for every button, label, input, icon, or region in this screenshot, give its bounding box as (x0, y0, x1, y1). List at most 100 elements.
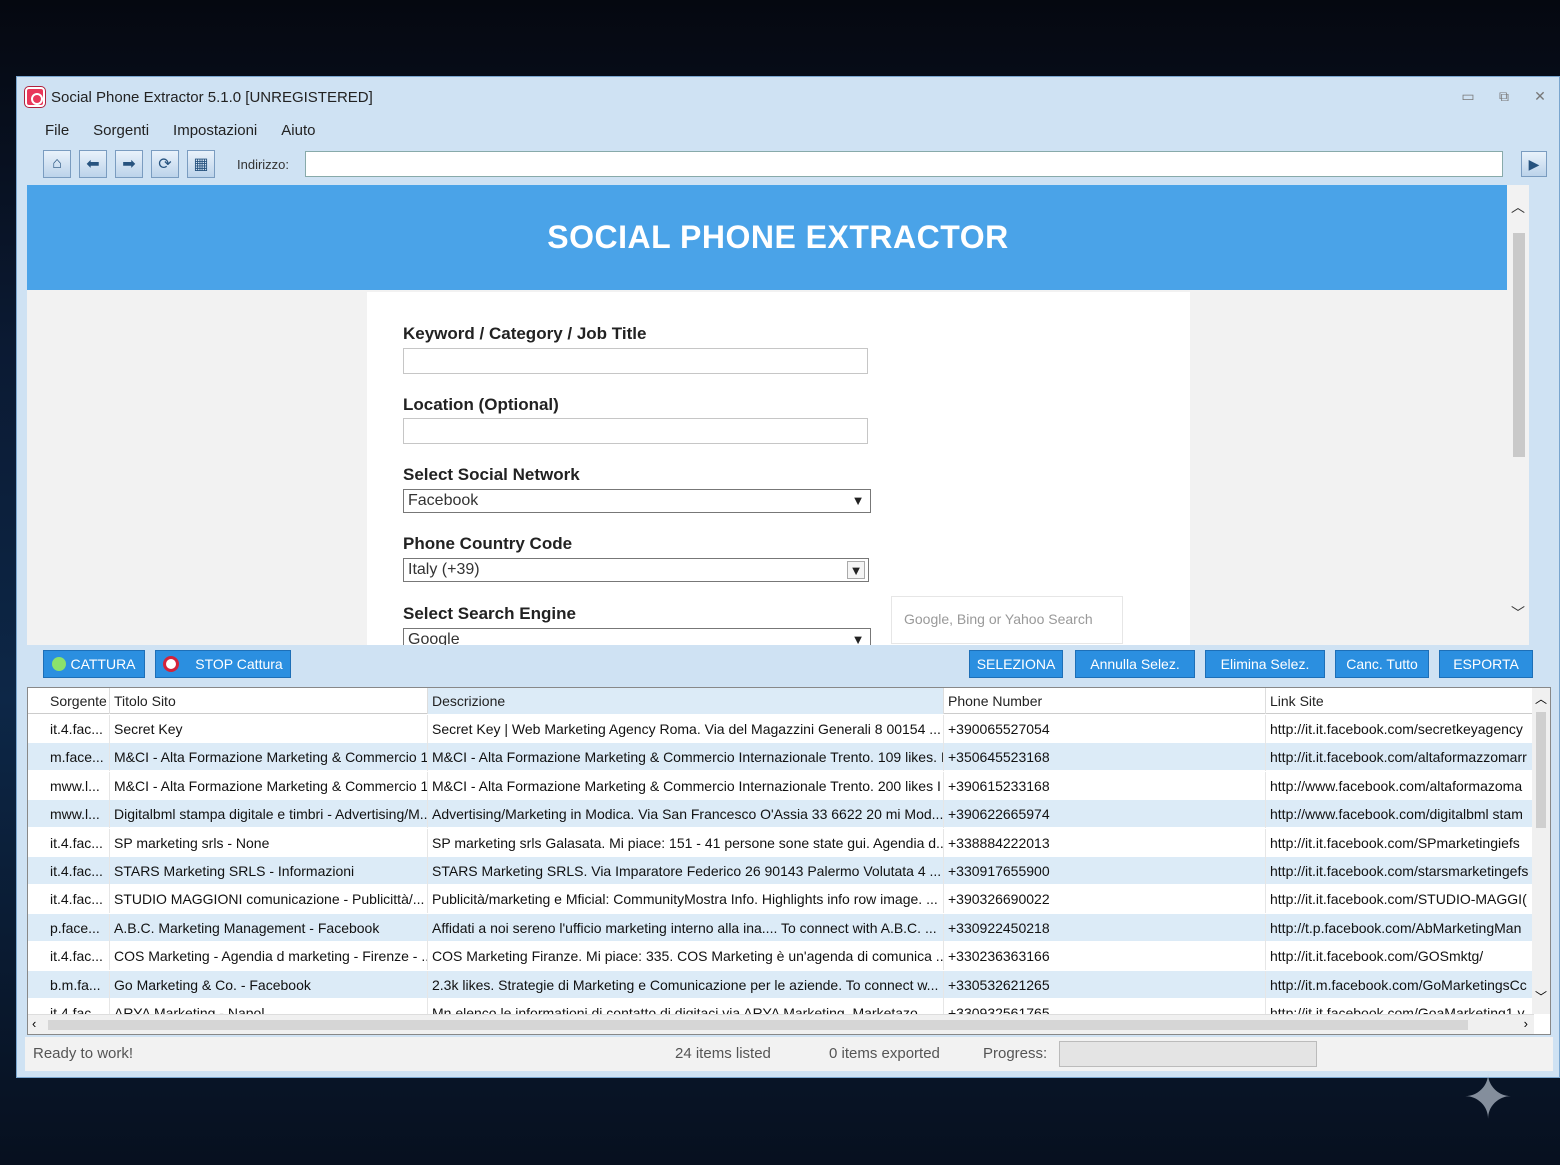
chevron-up-icon[interactable]: ︿ (1535, 690, 1547, 707)
column-header-phone[interactable]: Phone Number (944, 688, 1266, 714)
stop-capture-label: STOP Cattura (195, 656, 283, 672)
social-network-value: Facebook (408, 492, 479, 509)
table-row[interactable]: mww.l... Digitalbml stampa digitale e tim… (28, 800, 1534, 829)
chevron-up-icon[interactable]: ︿ (1511, 197, 1525, 217)
title-bar: Social Phone Extractor 5.1.0 [UNREGISTER… (17, 77, 1559, 117)
embedded-browser: SOCIAL PHONE EXTRACTOR Keyword / Categor… (27, 185, 1529, 645)
cell-phone: +390065527054 (944, 715, 1266, 743)
cell-link: http://it.m.facebook.com/GoMarketingsCc (1266, 970, 1534, 999)
cell-source: it.4.fac... (48, 885, 110, 914)
country-code-select[interactable]: Italy (+39) ▼ (403, 558, 869, 582)
keyword-input[interactable] (403, 348, 868, 374)
column-header-link[interactable]: Link Site (1266, 688, 1534, 714)
arrow-left-icon[interactable]: ⬅ (79, 150, 107, 178)
address-label: Indirizzo: (237, 156, 290, 172)
cell-link: http://www.facebook.com/digitalbml stam (1266, 800, 1534, 829)
cell-phone: +390326690022 (944, 885, 1266, 914)
restore-icon[interactable]: ⧉ (1495, 87, 1513, 105)
table-row[interactable]: b.m.fa... Go Marketing & Co. - Facebook 2.… (28, 970, 1534, 999)
location-input[interactable] (403, 418, 868, 444)
column-header-titolo[interactable]: Titolo Sito (110, 688, 428, 714)
cell-description: 2.3k likes. Strategie di Marketing e Com… (428, 970, 944, 999)
table-row[interactable]: mww.l... M&CI - Alta Formazione Marketing… (28, 771, 1534, 800)
status-message: Ready to work! (33, 1045, 134, 1062)
cell-link: http://it.it.facebook.com/altaformazzoma… (1266, 743, 1534, 772)
cell-link: http://it.it.facebook.com/GOSmktg/ (1266, 942, 1534, 971)
sparkle-icon: ✦ (1462, 1064, 1514, 1131)
stop-icon[interactable]: ▦ (187, 150, 215, 178)
scrollbar-thumb[interactable] (1513, 233, 1525, 457)
menu-aiuto[interactable]: Aiuto (281, 122, 315, 139)
minimize-icon[interactable]: ▭ (1459, 87, 1477, 105)
app-window: Social Phone Extractor 5.1.0 [UNREGISTER… (16, 76, 1560, 1078)
chevron-left-icon[interactable]: ‹ (32, 1016, 36, 1031)
export-button[interactable]: ESPORTA (1439, 650, 1533, 678)
cell-link: http://it.it.facebook.com/secretkeyagenc… (1266, 715, 1534, 743)
select-button[interactable]: SELEZIONA (969, 650, 1063, 678)
table-row[interactable]: it.4.fac... COS Marketing - Agendia d mar… (28, 942, 1534, 971)
page-scrollbar[interactable]: ︿ ﹀ (1507, 185, 1529, 645)
table-horizontal-scrollbar[interactable]: ‹ › (28, 1014, 1534, 1034)
search-engine-select[interactable]: Google ▼ (403, 628, 871, 645)
address-input[interactable] (305, 151, 1504, 177)
table-vertical-scrollbar[interactable]: ︿ ﹀ (1532, 688, 1550, 1014)
cell-source: m.face... (48, 743, 110, 772)
refresh-icon[interactable]: ⟳ (151, 150, 179, 178)
search-engine-hint: Google, Bing or Yahoo Search (891, 596, 1123, 644)
table-header: Sorgente Titolo Sito Descrizione Phone N… (28, 688, 1534, 714)
cell-phone: +390615233168 (944, 771, 1266, 800)
chevron-down-icon: ▼ (851, 493, 865, 508)
progress-label: Progress: (983, 1045, 1048, 1062)
cell-link: http://it.it.facebook.com/STUDIO-MAGGI( (1266, 885, 1534, 914)
cell-source: p.face... (48, 913, 110, 942)
close-icon[interactable]: ✕ (1531, 87, 1549, 105)
table-hscroll-thumb[interactable] (48, 1020, 1468, 1030)
table-row[interactable]: p.face... A.B.C. Marketing Management - F… (28, 913, 1534, 942)
action-bar: CATTURA STOP Cattura SELEZIONA Annulla S… (17, 645, 1560, 685)
capture-button[interactable]: CATTURA (43, 650, 145, 678)
cell-source: mww.l... (48, 771, 110, 800)
delete-selected-button[interactable]: Elimina Selez. (1205, 650, 1325, 678)
table-row[interactable]: it.4.fac... SP marketing srls - None SP ma… (28, 828, 1534, 857)
table-scrollbar-thumb[interactable] (1536, 712, 1546, 828)
cell-source: it.4.fac... (48, 715, 110, 743)
cell-description: COS Marketing Firanze. Mi piace: 335. CO… (428, 942, 944, 971)
chevron-right-icon[interactable]: › (1524, 1016, 1528, 1031)
chevron-down-icon: ▼ (851, 632, 865, 645)
menu-sorgenti[interactable]: Sorgenti (93, 122, 149, 139)
cell-title: STARS Marketing SRLS - Informazioni (110, 857, 428, 885)
browser-toolbar: ⌂ ⬅ ➡ ⟳ ▦ Indirizzo: ▶ (17, 143, 1559, 185)
column-header-sorgente[interactable]: Sorgente (48, 688, 110, 714)
cell-source: it.4.fac... (48, 828, 110, 857)
menu-impostazioni[interactable]: Impostazioni (173, 122, 257, 139)
cell-title: Digitalbml stampa digitale e timbri - Ad… (110, 800, 428, 829)
cell-phone: +338884222013 (944, 828, 1266, 857)
search-engine-value: Google (408, 631, 460, 645)
home-icon[interactable]: ⌂ (43, 150, 71, 178)
table-row[interactable]: m.face... M&CI - Alta Formazione Marketin… (28, 743, 1534, 772)
cell-title: M&CI - Alta Formazione Marketing & Comme… (110, 771, 428, 800)
chevron-down-icon[interactable]: ﹀ (1535, 988, 1547, 1005)
country-code-label: Phone Country Code (403, 534, 573, 553)
stop-capture-button[interactable]: STOP Cattura (155, 650, 291, 678)
column-header-descrizione[interactable]: Descrizione (428, 688, 944, 714)
arrow-right-icon[interactable]: ➡ (115, 150, 143, 178)
clear-all-button[interactable]: Canc. Tutto (1335, 650, 1429, 678)
table-row[interactable]: it.4.fac... STARS Marketing SRLS - Inform… (28, 857, 1534, 885)
table-row[interactable]: it.4.fac... Secret Key Secret Key | Web Ma… (28, 715, 1534, 743)
cell-source: b.m.fa... (48, 970, 110, 999)
play-icon[interactable]: ▶ (1521, 151, 1548, 177)
cell-title: Secret Key (110, 715, 428, 743)
cell-title: STUDIO MAGGIONI comunicazione - Publicit… (110, 885, 428, 914)
cell-phone: +330236363166 (944, 942, 1266, 971)
page-title: SOCIAL PHONE EXTRACTOR (547, 219, 1009, 255)
cell-source: it.4.fac... (48, 942, 110, 971)
cell-title: COS Marketing - Agendia d marketing - Fi… (110, 942, 428, 971)
unselect-button[interactable]: Annulla Selez. (1075, 650, 1195, 678)
page-banner: SOCIAL PHONE EXTRACTOR (27, 185, 1529, 290)
table-row[interactable]: it.4.fac... STUDIO MAGGIONI comunicazione… (28, 885, 1534, 914)
menu-bar: File Sorgenti Impostazioni Aiuto (17, 117, 1559, 143)
social-network-select[interactable]: Facebook ▼ (403, 489, 871, 513)
chevron-down-icon[interactable]: ﹀ (1511, 603, 1525, 623)
menu-file[interactable]: File (45, 122, 69, 139)
